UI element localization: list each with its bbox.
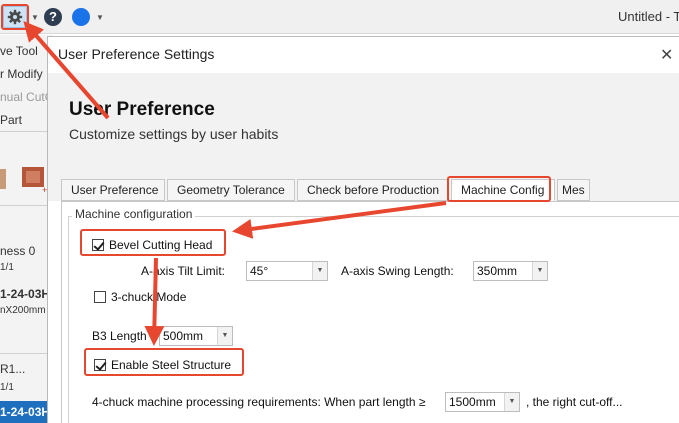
divider [0, 205, 51, 206]
divider [0, 353, 51, 354]
four-chuck-length-select[interactable]: 1500mm ▼ [445, 392, 520, 412]
a-axis-tilt-limit-select[interactable]: 45° ▼ [246, 261, 328, 281]
list-item: 1/1 [0, 262, 14, 273]
header-subtitle: Customize settings by user habits [69, 126, 279, 142]
three-chuck-mode-checkbox[interactable]: 3-chuck Mode [94, 290, 186, 304]
list-item[interactable]: 1-24-03H [0, 287, 50, 301]
left-panel-item[interactable]: nual CutO [0, 90, 51, 104]
a-axis-swing-length-select[interactable]: 350mm ▼ [473, 261, 548, 281]
help-icon[interactable]: ? [44, 8, 62, 26]
annotation-box-bevel-cutting-head [80, 229, 226, 256]
b3-length-select[interactable]: 500mm ▼ [159, 326, 233, 346]
select-value: 350mm [477, 264, 518, 278]
list-item[interactable]: R1... [0, 362, 25, 376]
dialog-title: User Preference Settings [58, 46, 215, 62]
tab-check-before-production[interactable]: Check before Production [297, 179, 449, 201]
part-thumbnails[interactable]: + [0, 165, 51, 195]
checkbox-box[interactable] [94, 291, 106, 303]
color-dropdown-arrow-icon[interactable]: ▼ [96, 13, 104, 22]
settings-dropdown-arrow-icon[interactable]: ▼ [31, 13, 39, 22]
left-panel-item[interactable]: ve Tool [0, 44, 38, 58]
chevron-down-icon[interactable]: ▼ [532, 262, 547, 280]
four-chuck-suffix: , the right cut-off... [526, 395, 623, 409]
list-item: nX200mm [0, 305, 46, 316]
chevron-down-icon[interactable]: ▼ [312, 262, 327, 280]
checkbox-label: 3-chuck Mode [111, 290, 187, 304]
window-title: Untitled - T [618, 9, 679, 24]
close-icon[interactable]: ✕ [660, 45, 673, 65]
b3-length-label: B3 Length [92, 329, 147, 343]
list-item[interactable]: ness 0 [0, 244, 35, 258]
a-axis-tilt-limit-label: A-axis Tilt Limit: [141, 264, 226, 278]
divider [0, 131, 51, 132]
top-toolbar: ▼ ? ▼ Untitled - T [0, 0, 679, 34]
left-panel-item[interactable]: Part [0, 113, 22, 127]
list-item-label: 1-24-03H [0, 405, 51, 419]
annotation-box-machine-config [447, 176, 551, 202]
header-title: User Preference [69, 99, 215, 120]
chevron-down-icon[interactable]: ▼ [504, 393, 519, 411]
select-value: 45° [250, 264, 269, 278]
tab-mes[interactable]: Mes [557, 179, 590, 201]
select-value: 500mm [163, 329, 204, 343]
left-panel: ve Tool r Modify nual CutO Part + ness 0… [0, 35, 52, 423]
color-circle-icon[interactable] [72, 8, 90, 26]
left-panel-item[interactable]: r Modify [0, 67, 43, 81]
selected-list-item[interactable]: 1-24-03H [0, 401, 51, 423]
four-chuck-requirement-label: 4-chuck machine processing requirements:… [92, 395, 426, 409]
group-label: Machine configuration [72, 207, 196, 221]
chevron-down-icon[interactable]: ▼ [217, 327, 232, 345]
a-axis-swing-length-label: A-axis Swing Length: [341, 264, 454, 278]
list-item: 1/1 [0, 382, 14, 393]
select-value: 1500mm [449, 395, 496, 409]
tab-user-preference[interactable]: User Preference [61, 179, 165, 201]
tab-geometry-tolerance[interactable]: Geometry Tolerance [167, 179, 295, 201]
annotation-box-enable-steel-structure [84, 348, 244, 376]
annotation-box-settings [1, 4, 29, 30]
